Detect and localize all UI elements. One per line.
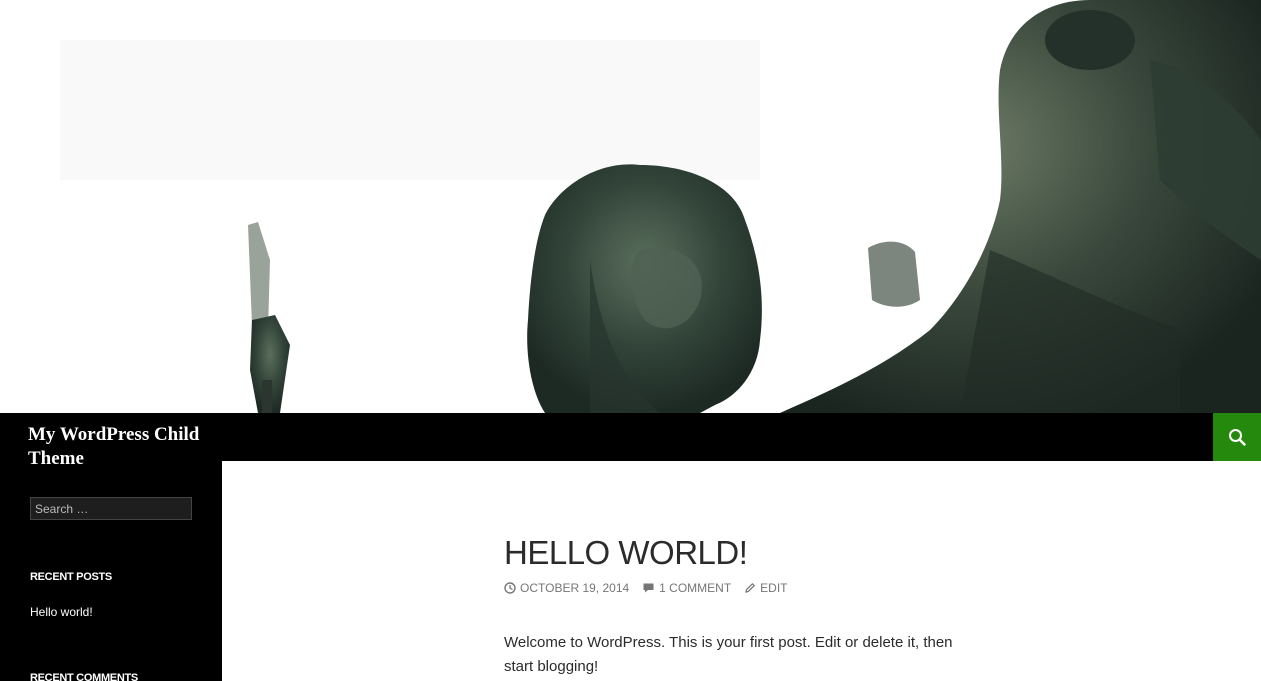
header-image[interactable] (0, 0, 1261, 413)
recent-comments-title: RECENT COMMENTS (30, 672, 138, 681)
post-edit-link[interactable]: EDIT (744, 581, 788, 595)
search-icon (1229, 429, 1246, 446)
clock-icon (504, 582, 516, 594)
sidebar: My WordPress Child Theme RECENT POSTS He… (0, 413, 222, 681)
search-toggle-button[interactable] (1213, 413, 1261, 461)
main-content: HELLO WORLD! OCTOBER 19, 2014 1 COMMENT (222, 461, 1261, 681)
post-comments-link[interactable]: 1 COMMENT (642, 581, 731, 595)
page: My WordPress Child Theme RECENT POSTS He… (0, 0, 1261, 681)
post-content: Welcome to WordPress. This is your first… (504, 634, 953, 675)
post-meta: OCTOBER 19, 2014 1 COMMENT EDIT (504, 581, 801, 595)
comment-icon (643, 583, 654, 593)
post-comments: 1 COMMENT (659, 581, 732, 595)
post-edit: EDIT (760, 581, 788, 595)
post-date: OCTOBER 19, 2014 (520, 581, 630, 595)
pencil-icon (745, 582, 756, 593)
recent-posts-title: RECENT POSTS (30, 571, 112, 583)
statue-image (0, 0, 1261, 413)
post-date-link[interactable]: OCTOBER 19, 2014 (504, 581, 629, 595)
site-title[interactable]: My WordPress Child Theme (28, 423, 218, 471)
post-title[interactable]: HELLO WORLD! (504, 533, 748, 573)
search-input[interactable] (30, 497, 192, 520)
recent-post-link[interactable]: Hello world! (30, 605, 93, 619)
